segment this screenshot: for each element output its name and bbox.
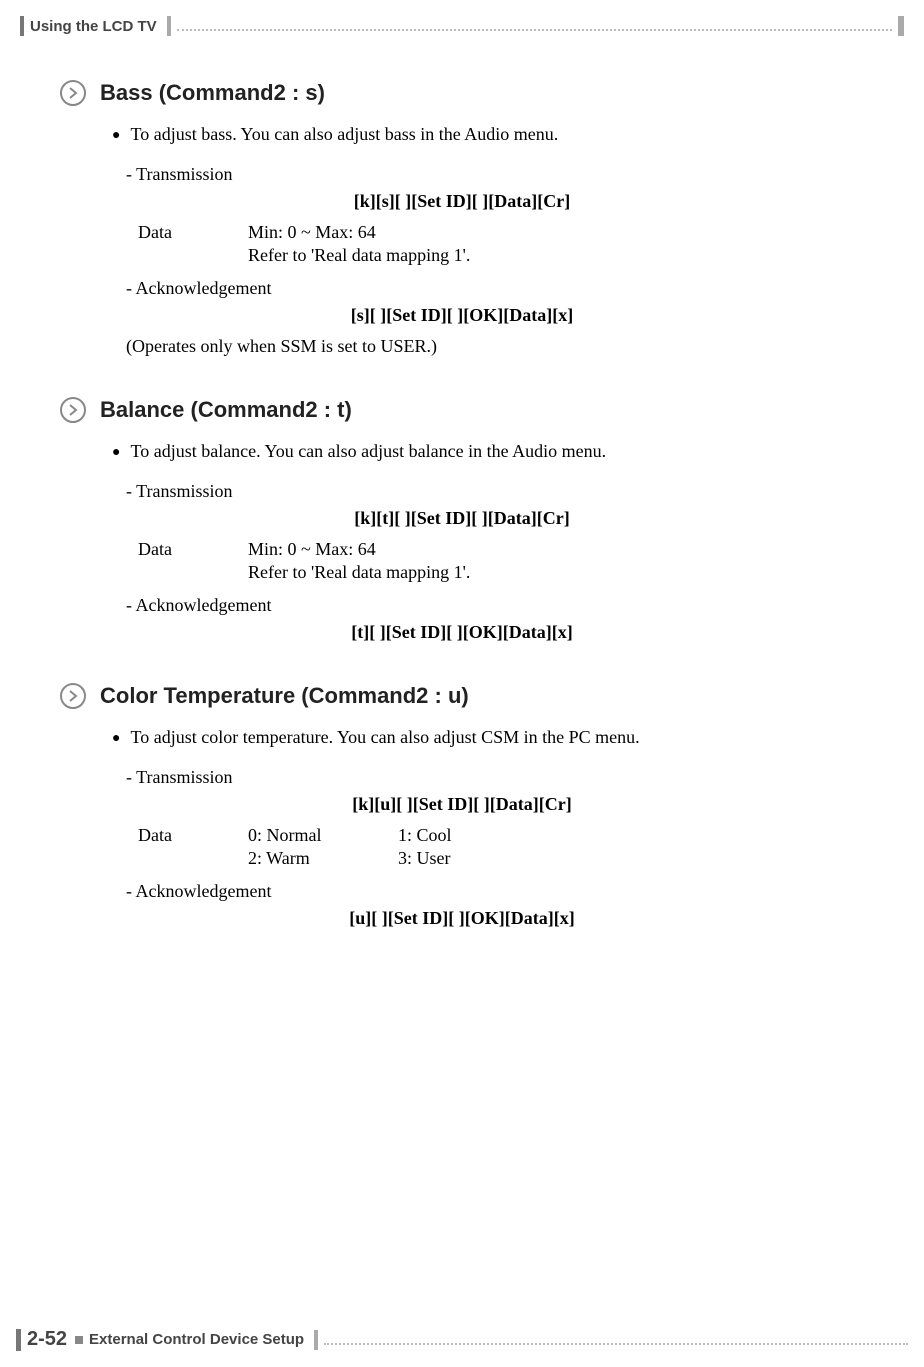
data-row: Data Min: 0 ~ Max: 64 — [138, 539, 864, 560]
header-dotted-line — [177, 21, 892, 31]
data-value: 1: Cool — [398, 825, 452, 846]
data-label: Data — [138, 222, 248, 243]
footer-bar-icon — [16, 1329, 21, 1351]
transmission-label: - Transmission — [126, 164, 864, 185]
section-color-temperature: Color Temperature (Command2 : u) ● To ad… — [60, 683, 864, 929]
header-end-bar-icon — [898, 16, 904, 36]
description-text: To adjust balance. You can also adjust b… — [130, 441, 606, 462]
acknowledgement-label: - Acknowledgement — [126, 278, 864, 299]
header-separator-icon — [167, 16, 171, 36]
section-description: ● To adjust color temperature. You can a… — [112, 727, 864, 751]
section-balance: Balance (Command2 : t) ● To adjust balan… — [60, 397, 864, 643]
section-description: ● To adjust bass. You can also adjust ba… — [112, 124, 864, 148]
section-header: Balance (Command2 : t) — [60, 397, 864, 423]
description-text: To adjust bass. You can also adjust bass… — [130, 124, 558, 145]
section-bass: Bass (Command2 : s) ● To adjust bass. Yo… — [60, 80, 864, 357]
footer-separator-icon — [314, 1330, 318, 1350]
transmission-command: [k][t][ ][Set ID][ ][Data][Cr] — [60, 508, 864, 529]
chevron-right-circle-icon — [60, 80, 86, 106]
transmission-command: [k][u][ ][Set ID][ ][Data][Cr] — [60, 794, 864, 815]
acknowledgement-command: [u][ ][Set ID][ ][OK][Data][x] — [60, 908, 864, 929]
footer-dotted-line — [324, 1335, 908, 1345]
page-footer: 2-52 External Control Device Setup — [16, 1328, 908, 1351]
page-number: 2-52 — [27, 1328, 67, 1351]
footer-title: External Control Device Setup — [89, 1331, 304, 1348]
header-bar-icon — [20, 16, 24, 36]
data-value: Refer to 'Real data mapping 1'. — [248, 562, 470, 583]
bullet-dot-icon: ● — [112, 727, 120, 751]
data-label: Data — [138, 539, 248, 560]
chevron-right-circle-icon — [60, 683, 86, 709]
section-description: ● To adjust balance. You can also adjust… — [112, 441, 864, 465]
section-title: Bass (Command2 : s) — [100, 80, 325, 106]
footer-square-icon — [75, 1336, 83, 1344]
page-content: Bass (Command2 : s) ● To adjust bass. Yo… — [60, 80, 864, 969]
section-header: Bass (Command2 : s) — [60, 80, 864, 106]
data-value: Min: 0 ~ Max: 64 — [248, 539, 376, 560]
bullet-dot-icon: ● — [112, 441, 120, 465]
description-text: To adjust color temperature. You can als… — [130, 727, 639, 748]
data-row: Refer to 'Real data mapping 1'. — [138, 245, 864, 266]
data-row: Refer to 'Real data mapping 1'. — [138, 562, 864, 583]
acknowledgement-command: [s][ ][Set ID][ ][OK][Data][x] — [60, 305, 864, 326]
data-label: Data — [138, 825, 248, 846]
acknowledgement-command: [t][ ][Set ID][ ][OK][Data][x] — [60, 622, 864, 643]
data-row: Data Min: 0 ~ Max: 64 — [138, 222, 864, 243]
bullet-dot-icon: ● — [112, 124, 120, 148]
transmission-command: [k][s][ ][Set ID][ ][Data][Cr] — [60, 191, 864, 212]
transmission-label: - Transmission — [126, 481, 864, 502]
data-value: Refer to 'Real data mapping 1'. — [248, 245, 470, 266]
data-value: 2: Warm — [248, 848, 398, 869]
section-header: Color Temperature (Command2 : u) — [60, 683, 864, 709]
data-row: 2: Warm 3: User — [138, 848, 864, 869]
data-value: 0: Normal — [248, 825, 398, 846]
data-value: 3: User — [398, 848, 451, 869]
section-title: Color Temperature (Command2 : u) — [100, 683, 469, 709]
data-value: Min: 0 ~ Max: 64 — [248, 222, 376, 243]
section-note: (Operates only when SSM is set to USER.) — [126, 336, 864, 357]
section-title: Balance (Command2 : t) — [100, 397, 352, 423]
header-title: Using the LCD TV — [30, 18, 157, 35]
transmission-label: - Transmission — [126, 767, 864, 788]
chevron-right-circle-icon — [60, 397, 86, 423]
data-row: Data 0: Normal 1: Cool — [138, 825, 864, 846]
acknowledgement-label: - Acknowledgement — [126, 881, 864, 902]
page-header: Using the LCD TV — [20, 16, 904, 36]
acknowledgement-label: - Acknowledgement — [126, 595, 864, 616]
